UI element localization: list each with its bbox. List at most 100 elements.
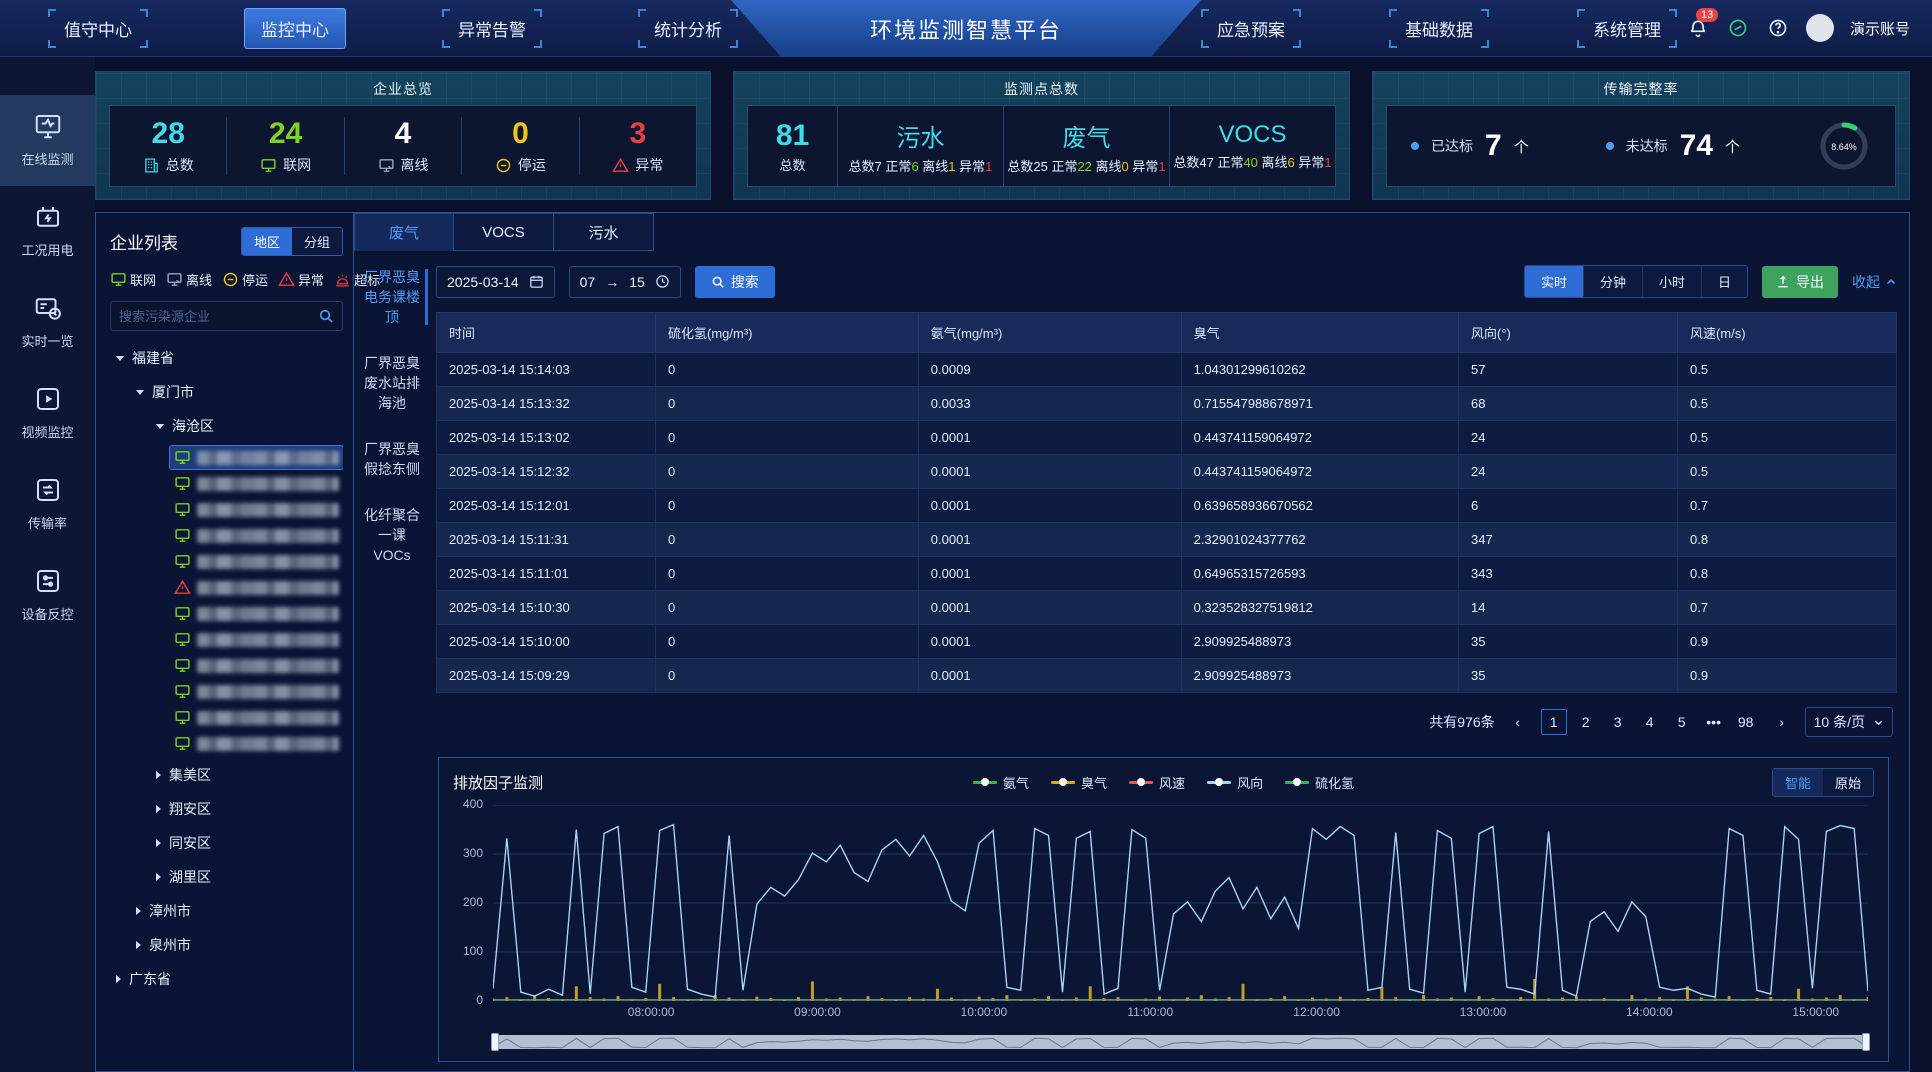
help-icon[interactable] — [1766, 16, 1790, 40]
tab-污水[interactable]: 污水 — [554, 213, 654, 251]
tree-node-湖里区[interactable]: 湖里区 — [110, 860, 343, 894]
legend-item-臭气[interactable]: 臭气 — [1051, 773, 1107, 792]
sidebar-item-设备反控[interactable]: 设备反控 — [0, 550, 95, 641]
nav-item-基础数据[interactable]: 基础数据 — [1389, 9, 1489, 48]
page-button-3[interactable]: 3 — [1605, 709, 1631, 735]
table-row[interactable]: 2025-03-14 15:13:3200.00330.715547988678… — [437, 387, 1897, 421]
export-button[interactable]: 导出 — [1762, 266, 1838, 298]
company-item[interactable] — [170, 498, 343, 521]
link-status-icon[interactable] — [1726, 16, 1750, 40]
tree-node-海沧区[interactable]: 海沧区 — [110, 409, 343, 443]
company-item[interactable] — [170, 706, 343, 729]
search-input[interactable] — [119, 309, 318, 324]
nav-item-系统管理[interactable]: 系统管理 — [1577, 9, 1677, 48]
sidebar-item-视频监控[interactable]: 视频监控 — [0, 368, 95, 459]
tab-废气[interactable]: 废气 — [354, 213, 454, 251]
tree-node-翔安区[interactable]: 翔安区 — [110, 792, 343, 826]
nav-item-监控中心[interactable]: 监控中心 — [244, 8, 346, 49]
caret-right-icon[interactable] — [116, 975, 121, 983]
sidebar-item-实时一览[interactable]: 实时一览 — [0, 277, 95, 368]
sidebar-item-在线监测[interactable]: 在线监测 — [0, 95, 95, 186]
tree-node-集美区[interactable]: 集美区 — [110, 758, 343, 792]
nav-item-值守中心[interactable]: 值守中心 — [48, 9, 148, 48]
station-item[interactable]: 厂界恶臭废水站排海池 — [364, 353, 426, 413]
table-row[interactable]: 2025-03-14 15:11:3100.00012.329010243777… — [437, 523, 1897, 557]
toggle-分组[interactable]: 分组 — [292, 228, 342, 255]
search-icon[interactable] — [318, 308, 334, 324]
company-item[interactable] — [170, 524, 343, 547]
company-item[interactable] — [170, 446, 343, 469]
station-item[interactable]: 厂界恶臭假捻东侧 — [364, 439, 426, 479]
collapse-toggle[interactable]: 收起 — [1852, 272, 1897, 292]
caret-down-icon[interactable] — [136, 390, 144, 395]
toggle-地区[interactable]: 地区 — [242, 228, 292, 255]
page-size-select[interactable]: 10 条/页 — [1805, 707, 1893, 737]
company-item[interactable] — [170, 472, 343, 495]
tab-VOCS[interactable]: VOCS — [454, 213, 554, 251]
table-row[interactable]: 2025-03-14 15:11:0100.00010.649653157265… — [437, 557, 1897, 591]
interval-实时[interactable]: 实时 — [1525, 266, 1584, 297]
page-button-1[interactable]: 1 — [1541, 709, 1567, 735]
tree-node-泉州市[interactable]: 泉州市 — [110, 928, 343, 962]
caret-right-icon[interactable] — [156, 839, 161, 847]
table-row[interactable]: 2025-03-14 15:13:0200.00010.443741159064… — [437, 421, 1897, 455]
page-button-4[interactable]: 4 — [1637, 709, 1663, 735]
tree-node-漳州市[interactable]: 漳州市 — [110, 894, 343, 928]
station-item[interactable]: 化纤聚合一课VOCs — [364, 505, 426, 565]
legend-item-氨气[interactable]: 氨气 — [973, 773, 1029, 792]
sidebar-item-传输率[interactable]: 传输率 — [0, 459, 95, 550]
search-button[interactable]: 搜索 — [695, 266, 775, 298]
mode-原始[interactable]: 原始 — [1823, 769, 1873, 796]
table-row[interactable]: 2025-03-14 15:12:0100.00010.639658936670… — [437, 489, 1897, 523]
account-name[interactable]: 演示账号 — [1850, 18, 1910, 39]
company-item[interactable] — [170, 680, 343, 703]
table-row[interactable]: 2025-03-14 15:14:0300.00091.043012996102… — [437, 353, 1897, 387]
nav-item-异常告警[interactable]: 异常告警 — [442, 9, 542, 48]
caret-down-icon[interactable] — [156, 424, 164, 429]
tree-node-广东省[interactable]: 广东省 — [110, 962, 343, 996]
company-item[interactable] — [170, 628, 343, 651]
caret-right-icon[interactable] — [156, 805, 161, 813]
prev-page-button[interactable]: ‹ — [1505, 709, 1531, 735]
table-row[interactable]: 2025-03-14 15:10:0000.00012.909925488973… — [437, 625, 1897, 659]
caret-right-icon[interactable] — [156, 873, 161, 881]
legend-item-风速[interactable]: 风速 — [1129, 773, 1185, 792]
notification-bell-icon[interactable]: 13 — [1686, 16, 1710, 40]
scrollbar-left-handle[interactable] — [491, 1033, 499, 1051]
page-button-2[interactable]: 2 — [1573, 709, 1599, 735]
sidebar-item-工况用电[interactable]: 工况用电 — [0, 186, 95, 277]
company-item[interactable] — [170, 576, 343, 599]
table-row[interactable]: 2025-03-14 15:09:2900.00012.909925488973… — [437, 659, 1897, 693]
interval-日[interactable]: 日 — [1702, 266, 1747, 297]
tree-node-厦门市[interactable]: 厦门市 — [110, 375, 343, 409]
chart-scrollbar[interactable] — [493, 1035, 1868, 1049]
company-item[interactable] — [170, 602, 343, 625]
caret-right-icon[interactable] — [136, 907, 141, 915]
enterprise-search[interactable] — [110, 301, 343, 331]
caret-right-icon[interactable] — [156, 771, 161, 779]
interval-分钟[interactable]: 分钟 — [1584, 266, 1643, 297]
mode-智能[interactable]: 智能 — [1773, 769, 1823, 796]
tree-node-福建省[interactable]: 福建省 — [110, 341, 343, 375]
next-page-button[interactable]: › — [1769, 709, 1795, 735]
caret-right-icon[interactable] — [136, 941, 141, 949]
page-button-98[interactable]: 98 — [1733, 709, 1759, 735]
nav-item-应急预案[interactable]: 应急预案 — [1201, 9, 1301, 48]
station-item[interactable]: 厂界恶臭电务课楼顶 — [364, 267, 426, 327]
date-picker[interactable]: 2025-03-14 — [436, 266, 555, 298]
page-button-5[interactable]: 5 — [1669, 709, 1695, 735]
caret-down-icon[interactable] — [116, 356, 124, 361]
table-row[interactable]: 2025-03-14 15:12:3200.00010.443741159064… — [437, 455, 1897, 489]
time-range-picker[interactable]: 07 → 15 — [569, 266, 681, 298]
company-item[interactable] — [170, 732, 343, 755]
company-item[interactable] — [170, 550, 343, 573]
nav-item-统计分析[interactable]: 统计分析 — [638, 9, 738, 48]
interval-小时[interactable]: 小时 — [1643, 266, 1702, 297]
table-row[interactable]: 2025-03-14 15:10:3000.00010.323528327519… — [437, 591, 1897, 625]
scrollbar-right-handle[interactable] — [1862, 1033, 1870, 1051]
tree-node-同安区[interactable]: 同安区 — [110, 826, 343, 860]
legend-item-风向[interactable]: 风向 — [1207, 773, 1263, 792]
company-item[interactable] — [170, 654, 343, 677]
avatar[interactable] — [1806, 14, 1834, 42]
legend-item-硫化氢[interactable]: 硫化氢 — [1285, 773, 1354, 792]
